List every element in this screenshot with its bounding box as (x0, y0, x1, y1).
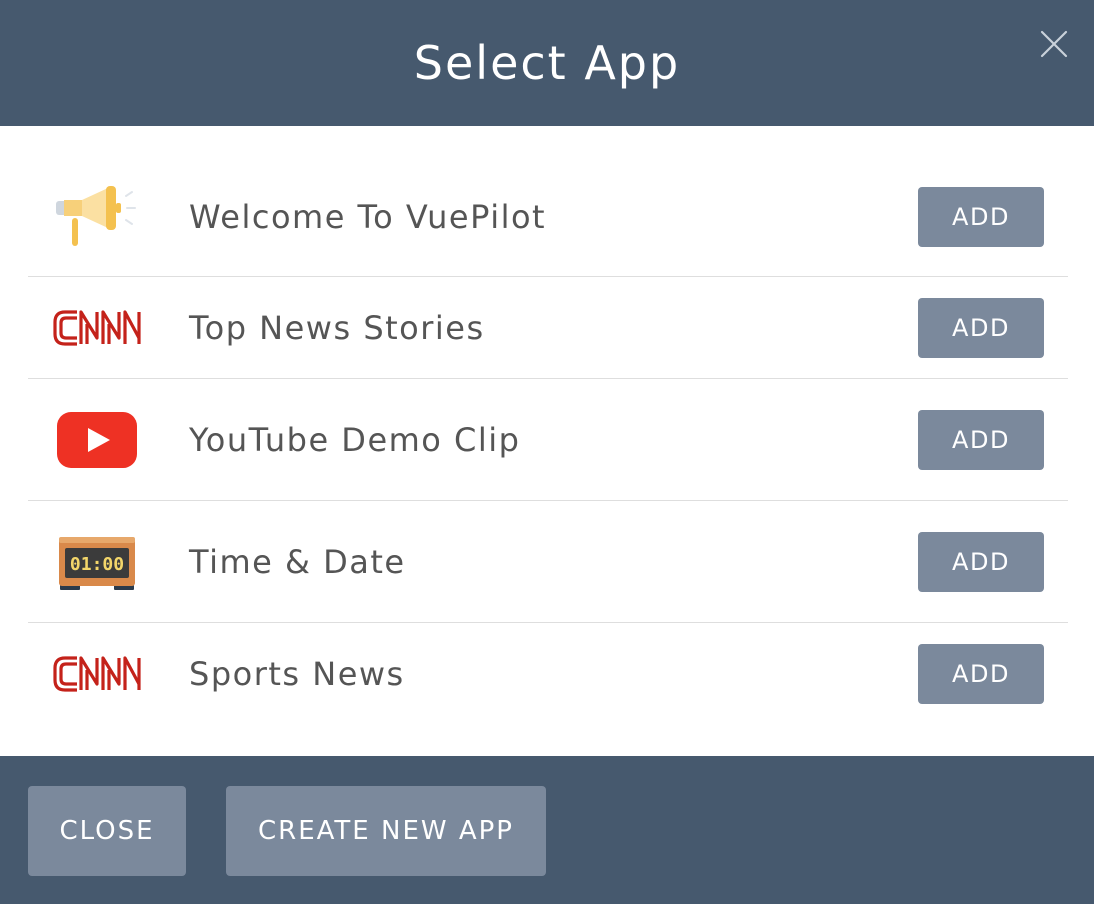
app-list: Welcome To VuePilot ADD Top News Stories… (28, 158, 1068, 725)
add-button[interactable]: ADD (918, 297, 1044, 358)
dialog-header: Select App (0, 0, 1094, 126)
youtube-icon (50, 405, 144, 475)
app-label: Sports News (189, 655, 405, 693)
megaphone-icon (50, 182, 144, 252)
add-button[interactable]: ADD (918, 409, 1044, 470)
list-item: Welcome To VuePilot ADD (28, 158, 1068, 277)
digital-clock-icon: 01:00 (50, 527, 144, 597)
app-label: YouTube Demo Clip (189, 420, 521, 459)
app-label: Top News Stories (189, 308, 485, 347)
cnn-logo-icon (50, 293, 144, 363)
list-item: Sports News ADD (28, 623, 1068, 725)
add-button[interactable]: ADD (918, 644, 1044, 704)
select-app-dialog: Select App Welcome To VuePilot ADD Top N… (0, 0, 1094, 904)
cnn-logo-icon (50, 639, 144, 709)
list-item: 01:00 Time & Date ADD (28, 501, 1068, 623)
app-label: Welcome To VuePilot (189, 198, 547, 236)
list-item: YouTube Demo Clip ADD (28, 379, 1068, 501)
app-label: Time & Date (189, 542, 406, 581)
create-new-app-button[interactable]: CREATE NEW APP (226, 786, 546, 876)
close-icon[interactable] (1040, 30, 1068, 58)
dialog-footer: CLOSE CREATE NEW APP (0, 756, 1094, 904)
add-button[interactable]: ADD (918, 187, 1044, 247)
clock-digits: 01:00 (70, 554, 124, 575)
close-button[interactable]: CLOSE (28, 786, 186, 876)
add-button[interactable]: ADD (918, 531, 1044, 592)
list-item: Top News Stories ADD (28, 277, 1068, 379)
dialog-title: Select App (413, 36, 681, 90)
